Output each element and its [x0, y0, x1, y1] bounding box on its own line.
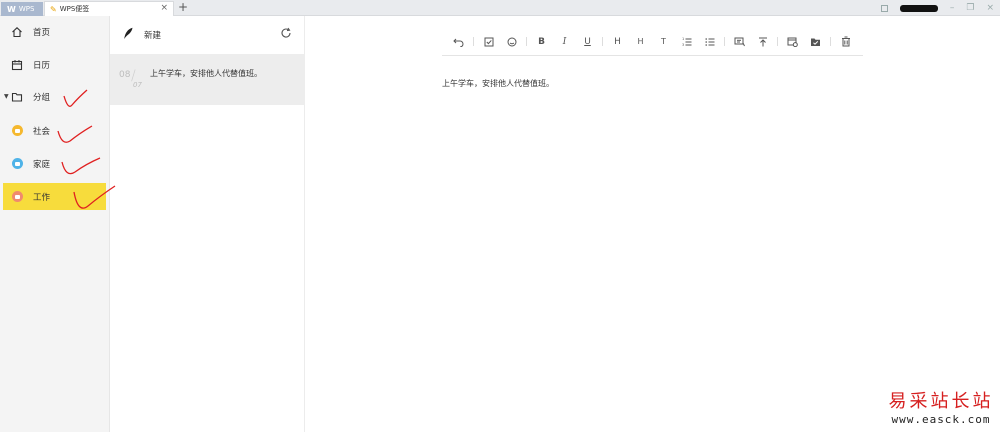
sidebar-item-calendar[interactable]: 日历 [3, 51, 106, 78]
note-list: 新建 08 / 07 上午学车，安排他人代替值班。 [110, 16, 305, 432]
tab-wps-label: WPS [18, 5, 35, 13]
sidebar-item-society[interactable]: 社会 [3, 117, 106, 144]
new-note-label: 新建 [144, 31, 162, 41]
ordered-list-icon[interactable]: 13 [681, 36, 693, 48]
home-icon [10, 25, 24, 39]
pin-top-icon[interactable] [757, 36, 769, 48]
new-note-button[interactable]: 新建 [110, 16, 305, 54]
restore-icon[interactable]: ❐ [966, 3, 974, 13]
caret-down-icon[interactable]: ▼ [4, 93, 9, 100]
toolbar-divider [602, 37, 603, 46]
toolbar-divider [830, 37, 831, 46]
format-toolbar: B I U H H T 13 [442, 28, 863, 56]
sidebar: 首页 日历 ▼ 分组 社会 家庭 工作 [0, 16, 110, 432]
folder-icon [10, 157, 24, 171]
checkbox-icon[interactable] [483, 36, 495, 48]
window-controls: – ❐ × [880, 0, 994, 16]
folder-society-icon [11, 125, 23, 136]
note-date: 08 / 07 [119, 68, 142, 89]
folder-check-icon[interactable] [810, 36, 822, 48]
note-editor-content[interactable]: 上午学车，安排他人代替值班。 [442, 78, 554, 89]
skin-icon[interactable] [880, 4, 888, 12]
sidebar-item-label: 家庭 [33, 159, 51, 170]
trash-icon[interactable] [840, 36, 852, 48]
toolbar-divider [777, 37, 778, 46]
calendar-icon [10, 58, 24, 72]
editor: B I U H H T 13 上午学车，安排他人代替值班。 [305, 16, 1000, 432]
emoji-icon[interactable] [506, 36, 518, 48]
toolbar-divider [724, 37, 725, 46]
undo-icon[interactable] [453, 36, 465, 48]
sidebar-item-label: 分组 [33, 92, 51, 103]
note-day: 08 [119, 70, 131, 80]
tab-wps[interactable]: W WPS [1, 2, 43, 16]
sync-icon[interactable] [280, 27, 292, 42]
close-icon[interactable]: × [160, 3, 168, 13]
svg-text:3: 3 [682, 43, 684, 47]
folder-icon [10, 124, 24, 138]
list-item[interactable]: 08 / 07 上午学车，安排他人代替值班。 [110, 54, 305, 105]
comment-icon[interactable] [734, 36, 746, 48]
bold-icon[interactable]: B [536, 36, 548, 48]
toolbar-divider [526, 37, 527, 46]
watermark-url: www.easck.com [891, 413, 991, 426]
sidebar-item-family[interactable]: 家庭 [3, 150, 106, 177]
note-preview: 上午学车，安排他人代替值班。 [150, 69, 262, 78]
heading2-icon[interactable]: H [635, 36, 647, 48]
wps-logo-icon: W [7, 4, 16, 14]
folder-icon [10, 190, 24, 204]
add-tab-button[interactable]: + [178, 0, 188, 15]
note-pen-icon: ✎ [50, 4, 57, 14]
sidebar-item-home[interactable]: 首页 [3, 18, 106, 45]
tab-bar: W WPS ✎ WPS便签 × + – ❐ × [0, 0, 1000, 16]
window-close-icon[interactable]: × [986, 3, 994, 13]
svg-text:1: 1 [682, 37, 684, 41]
sidebar-item-groups[interactable]: ▼ 分组 [3, 83, 106, 110]
note-month: 07 [133, 81, 142, 89]
folder-outline-icon [10, 90, 24, 104]
user-account[interactable] [899, 4, 938, 12]
text-icon[interactable]: T [658, 36, 670, 48]
folder-family-icon [11, 158, 23, 169]
minimize-icon[interactable]: – [950, 3, 955, 13]
heading1-icon[interactable]: H [612, 36, 624, 48]
tab-wps-note[interactable]: ✎ WPS便签 × [44, 1, 174, 16]
toolbar-divider [473, 37, 474, 46]
watermark: 易采站长站 www.easck.com [882, 387, 1000, 426]
folder-work-icon [11, 191, 23, 202]
sidebar-item-label: 工作 [33, 192, 51, 203]
underline-icon[interactable]: U [582, 36, 594, 48]
sidebar-item-work[interactable]: 工作 [3, 183, 106, 210]
sidebar-item-label: 日历 [33, 60, 51, 71]
sidebar-item-label: 社会 [33, 126, 51, 137]
italic-icon[interactable]: I [559, 36, 571, 48]
reminder-icon[interactable] [787, 36, 799, 48]
tab-note-label: WPS便签 [59, 5, 90, 13]
bullet-list-icon[interactable] [704, 36, 716, 48]
feather-icon [123, 27, 134, 43]
sidebar-item-label: 首页 [33, 27, 51, 38]
watermark-text: 易采站长站 [888, 391, 994, 412]
